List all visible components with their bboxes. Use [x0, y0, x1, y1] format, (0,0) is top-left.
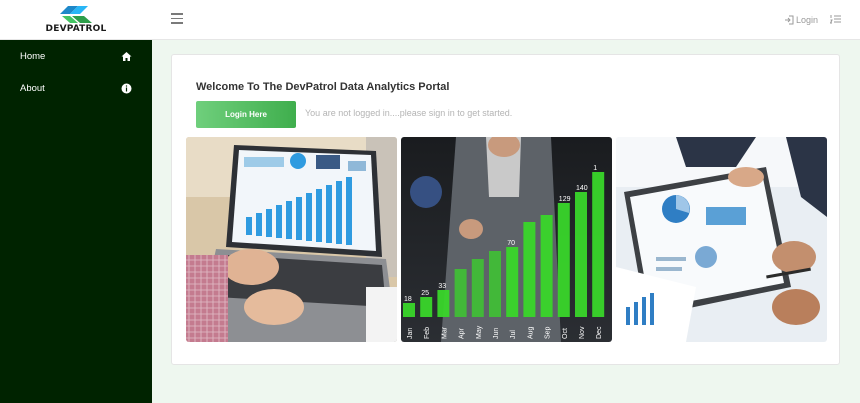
list-ordered-icon[interactable]	[830, 13, 842, 25]
month-bar	[420, 297, 433, 317]
month-label: Mar	[441, 326, 448, 339]
brand-name: DEVPATROL	[45, 24, 107, 34]
brand[interactable]: DEVPATROL	[0, 0, 152, 40]
month-bar	[540, 215, 553, 317]
month-bar	[523, 222, 536, 317]
month-label: Oct	[562, 328, 569, 339]
sidebar: Home About	[0, 40, 152, 403]
month-bar	[557, 203, 570, 317]
bar-value-label: 33	[438, 283, 446, 290]
sidebar-item-label: About	[20, 82, 45, 94]
month-bar	[489, 251, 501, 317]
page-title: Welcome To The DevPatrol Data Analytics …	[196, 81, 450, 93]
bar-value-label: 1	[593, 165, 597, 172]
devpatrol-logo-icon	[60, 6, 92, 23]
bar-value-label: 129	[559, 196, 571, 203]
login-link[interactable]: Login	[784, 13, 818, 27]
month-label: May	[476, 325, 483, 339]
month-bar	[575, 192, 587, 317]
month-label: Jul	[510, 330, 517, 339]
bar-value-label: 140	[576, 185, 588, 192]
month-label: Jun	[493, 328, 500, 339]
month-label: Dec	[596, 326, 603, 339]
sidebar-item-home[interactable]: Home	[0, 40, 152, 72]
month-label: Feb	[424, 327, 431, 339]
bar-value-label: 25	[421, 290, 429, 297]
login-link-label: Login	[796, 15, 819, 25]
laptop-analytics-image	[186, 137, 397, 342]
home-icon	[121, 51, 132, 61]
month-bar	[403, 303, 415, 317]
top-bar: DEVPATROL Login	[0, 0, 860, 40]
month-bar	[506, 247, 519, 317]
month-bar-chart-image: Jan 18 Feb 25 Mar 33 Apr May Jun Jul 70 Aug Sep Oct 12…	[401, 137, 612, 342]
month-label: Sep	[545, 326, 552, 339]
info-icon	[121, 83, 132, 93]
month-bar	[454, 269, 467, 317]
login-notice: You are not logged in....please sign in …	[305, 108, 513, 118]
bar-value-label: 70	[507, 240, 515, 247]
sidebar-item-label: Home	[20, 50, 46, 62]
hamburger-icon[interactable]	[171, 13, 183, 24]
login-here-button[interactable]: Login Here	[196, 101, 296, 128]
month-label: Aug	[527, 326, 534, 339]
welcome-card: Welcome To The DevPatrol Data Analytics …	[171, 54, 840, 365]
month-bar	[592, 172, 605, 317]
documents-charts-image	[616, 137, 827, 342]
sign-in-icon	[785, 15, 794, 25]
month-label: Jan	[407, 328, 414, 339]
month-label: Apr	[459, 327, 466, 339]
month-label: Nov	[579, 326, 586, 339]
month-bar	[471, 259, 484, 317]
bar-value-label: 18	[404, 296, 412, 303]
month-bar	[437, 290, 450, 317]
sidebar-item-about[interactable]: About	[0, 72, 152, 104]
